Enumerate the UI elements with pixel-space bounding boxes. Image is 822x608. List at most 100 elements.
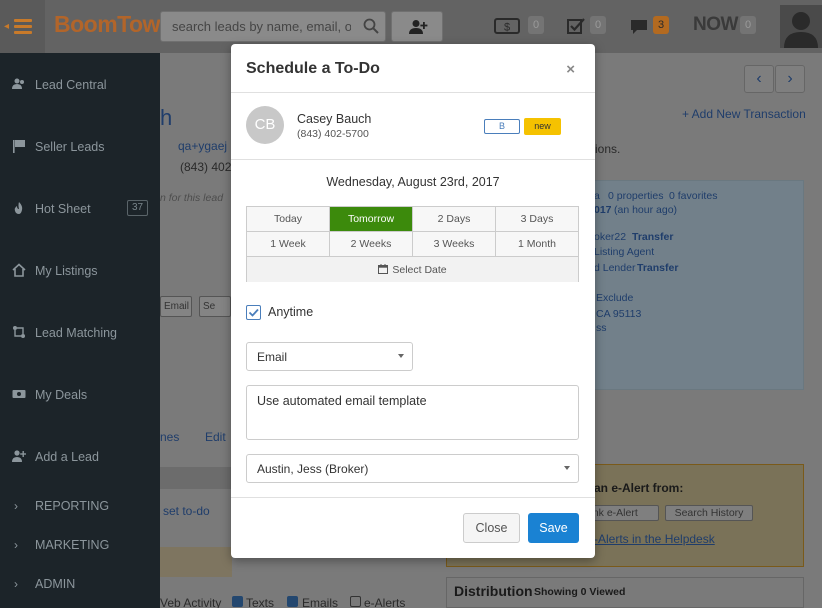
chat-icon[interactable] — [629, 14, 649, 38]
tab-fragment[interactable]: nes — [160, 430, 179, 444]
transfer-link-2[interactable]: Transfer — [637, 262, 678, 274]
contact-name: Casey Bauch — [297, 112, 372, 126]
quick-date-grid: Today Tomorrow 2 Days 3 Days 1 Week 2 We… — [246, 206, 579, 282]
people-icon — [12, 78, 24, 89]
emails-checkbox[interactable] — [287, 596, 298, 607]
helpdesk-link[interactable]: -Alerts in the Helpdesk — [594, 532, 715, 546]
money-icon — [12, 390, 26, 398]
todo-panel-header — [160, 467, 232, 489]
collapse-arrow-icon: ◂ — [4, 21, 10, 32]
chevron-right-icon: › — [14, 538, 18, 552]
close-icon[interactable]: × — [566, 61, 575, 78]
edit-link[interactable]: Edit — [205, 430, 226, 444]
lead-search-box — [160, 11, 386, 42]
person-silhouette-icon — [784, 12, 818, 48]
quick-date-3-weeks[interactable]: 3 Weeks — [413, 232, 496, 257]
panel-divider — [160, 547, 232, 577]
lead-search-input[interactable] — [161, 12, 351, 41]
address-fragment: ss — [596, 322, 607, 334]
transfer-link-1[interactable]: Transfer — [632, 231, 673, 243]
texts-filter-label: Texts — [246, 596, 275, 608]
save-button[interactable]: Save — [528, 513, 579, 543]
dollar-icon[interactable]: $ — [494, 14, 520, 38]
ealerts-checkbox[interactable] — [350, 596, 361, 607]
broker-fragment: oker22 — [594, 231, 627, 243]
next-lead-button[interactable]: › — [775, 65, 805, 93]
lead-name-fragment: h — [160, 105, 173, 130]
exclude-text: Exclude — [596, 292, 634, 304]
chevron-down-icon — [398, 354, 404, 358]
deals-count-badge: 0 — [528, 16, 544, 34]
flag-icon — [13, 140, 25, 153]
now-button[interactable]: NOW — [693, 14, 738, 36]
quick-date-tomorrow[interactable]: Tomorrow — [330, 207, 413, 232]
email-action-button[interactable]: Email — [160, 296, 192, 317]
quick-date-1-week[interactable]: 1 Week — [247, 232, 330, 257]
select-date-button[interactable]: Select Date — [247, 258, 578, 282]
sidebar-item-add-a-lead[interactable]: Add a Lead — [0, 442, 160, 472]
quick-date-3-days[interactable]: 3 Days — [496, 207, 578, 232]
todo-description-input[interactable]: Use automated email template — [246, 385, 579, 440]
chevron-down-icon — [564, 466, 570, 470]
chevron-right-icon: › — [14, 499, 18, 513]
add-person-icon — [409, 20, 428, 34]
chevron-right-icon: › — [14, 577, 18, 591]
checkmark-icon — [248, 308, 259, 317]
prev-lead-button[interactable]: ‹ — [744, 65, 774, 93]
user-avatar[interactable] — [780, 5, 822, 48]
modal-title: Schedule a To-Do — [246, 60, 380, 77]
sidebar-section-admin[interactable]: › ADMIN — [0, 572, 160, 596]
now-count-badge: 0 — [740, 16, 756, 34]
quick-date-2-weeks[interactable]: 2 Weeks — [330, 232, 413, 257]
footer-divider — [231, 497, 595, 498]
todos-count-badge: 0 — [590, 16, 606, 34]
sidebar-item-lead-matching[interactable]: Lead Matching — [0, 318, 160, 348]
lead-email-fragment[interactable]: qa+ygaej — [178, 139, 227, 153]
house-icon — [12, 263, 26, 277]
ealerts-filter-label: e-Alerts — [364, 596, 406, 608]
match-icon — [13, 326, 25, 338]
sidebar-nav: Lead Central Seller Leads Hot Sheet 37 M… — [0, 53, 160, 608]
send-action-button[interactable]: Se — [199, 296, 231, 317]
sidebar-item-hot-sheet[interactable]: Hot Sheet 37 — [0, 194, 160, 224]
contact-divider — [231, 159, 595, 160]
sidebar-item-my-deals[interactable]: My Deals — [0, 380, 160, 410]
web-activity-filter-label[interactable]: Veb Activity — [160, 596, 221, 608]
add-transaction-link[interactable]: + Add New Transaction — [682, 107, 806, 121]
lead-note-fragment: n for this lead — [160, 192, 224, 204]
quick-date-1-month[interactable]: 1 Month — [496, 232, 578, 257]
lead-status-badge: new — [524, 118, 561, 135]
properties-link[interactable]: 0 properties — [608, 190, 663, 202]
contact-phone: (843) 402-5700 — [297, 128, 369, 140]
quick-date-today[interactable]: Today — [247, 207, 330, 232]
favorites-link[interactable]: 0 favorites — [669, 190, 717, 202]
time-ago-text: (an hour ago) — [614, 204, 678, 216]
lender-fragment: d Lender — [594, 262, 636, 274]
menu-toggle-button[interactable]: ◂ — [0, 0, 45, 53]
sidebar-item-lead-central[interactable]: Lead Central — [0, 70, 160, 100]
set-todo-link[interactable]: set to-do — [163, 504, 210, 518]
texts-checkbox[interactable] — [232, 596, 243, 607]
schedule-todo-modal: Schedule a To-Do × CB Casey Bauch (843) … — [231, 44, 595, 558]
ealert-title: an e-Alert from: — [594, 481, 684, 495]
quick-date-2-days[interactable]: 2 Days — [413, 207, 496, 232]
address-zip-fragment: CA 95113 — [596, 308, 642, 320]
date-fragment: 017 — [594, 204, 612, 216]
sidebar-item-seller-leads[interactable]: Seller Leads — [0, 132, 160, 162]
search-icon[interactable] — [363, 18, 379, 34]
todo-type-select[interactable]: Email — [246, 342, 413, 371]
sidebar-section-marketing[interactable]: › MARKETING — [0, 533, 160, 557]
anytime-checkbox[interactable] — [246, 305, 261, 320]
search-history-button[interactable]: Search History — [665, 505, 753, 521]
add-lead-button[interactable] — [391, 11, 443, 42]
contact-avatar: CB — [246, 106, 284, 144]
sidebar-item-my-listings[interactable]: My Listings — [0, 256, 160, 286]
lead-grade-badge: B — [484, 119, 520, 134]
anytime-label[interactable]: Anytime — [268, 305, 313, 319]
close-button[interactable]: Close — [463, 513, 520, 543]
assignee-select[interactable]: Austin, Jess (Broker) — [246, 454, 579, 483]
checkbox-icon[interactable] — [566, 14, 586, 38]
sidebar-section-reporting[interactable]: › REPORTING — [0, 494, 160, 518]
distribution-title: Distribution — [454, 583, 533, 599]
messages-count-badge: 3 — [653, 16, 669, 34]
